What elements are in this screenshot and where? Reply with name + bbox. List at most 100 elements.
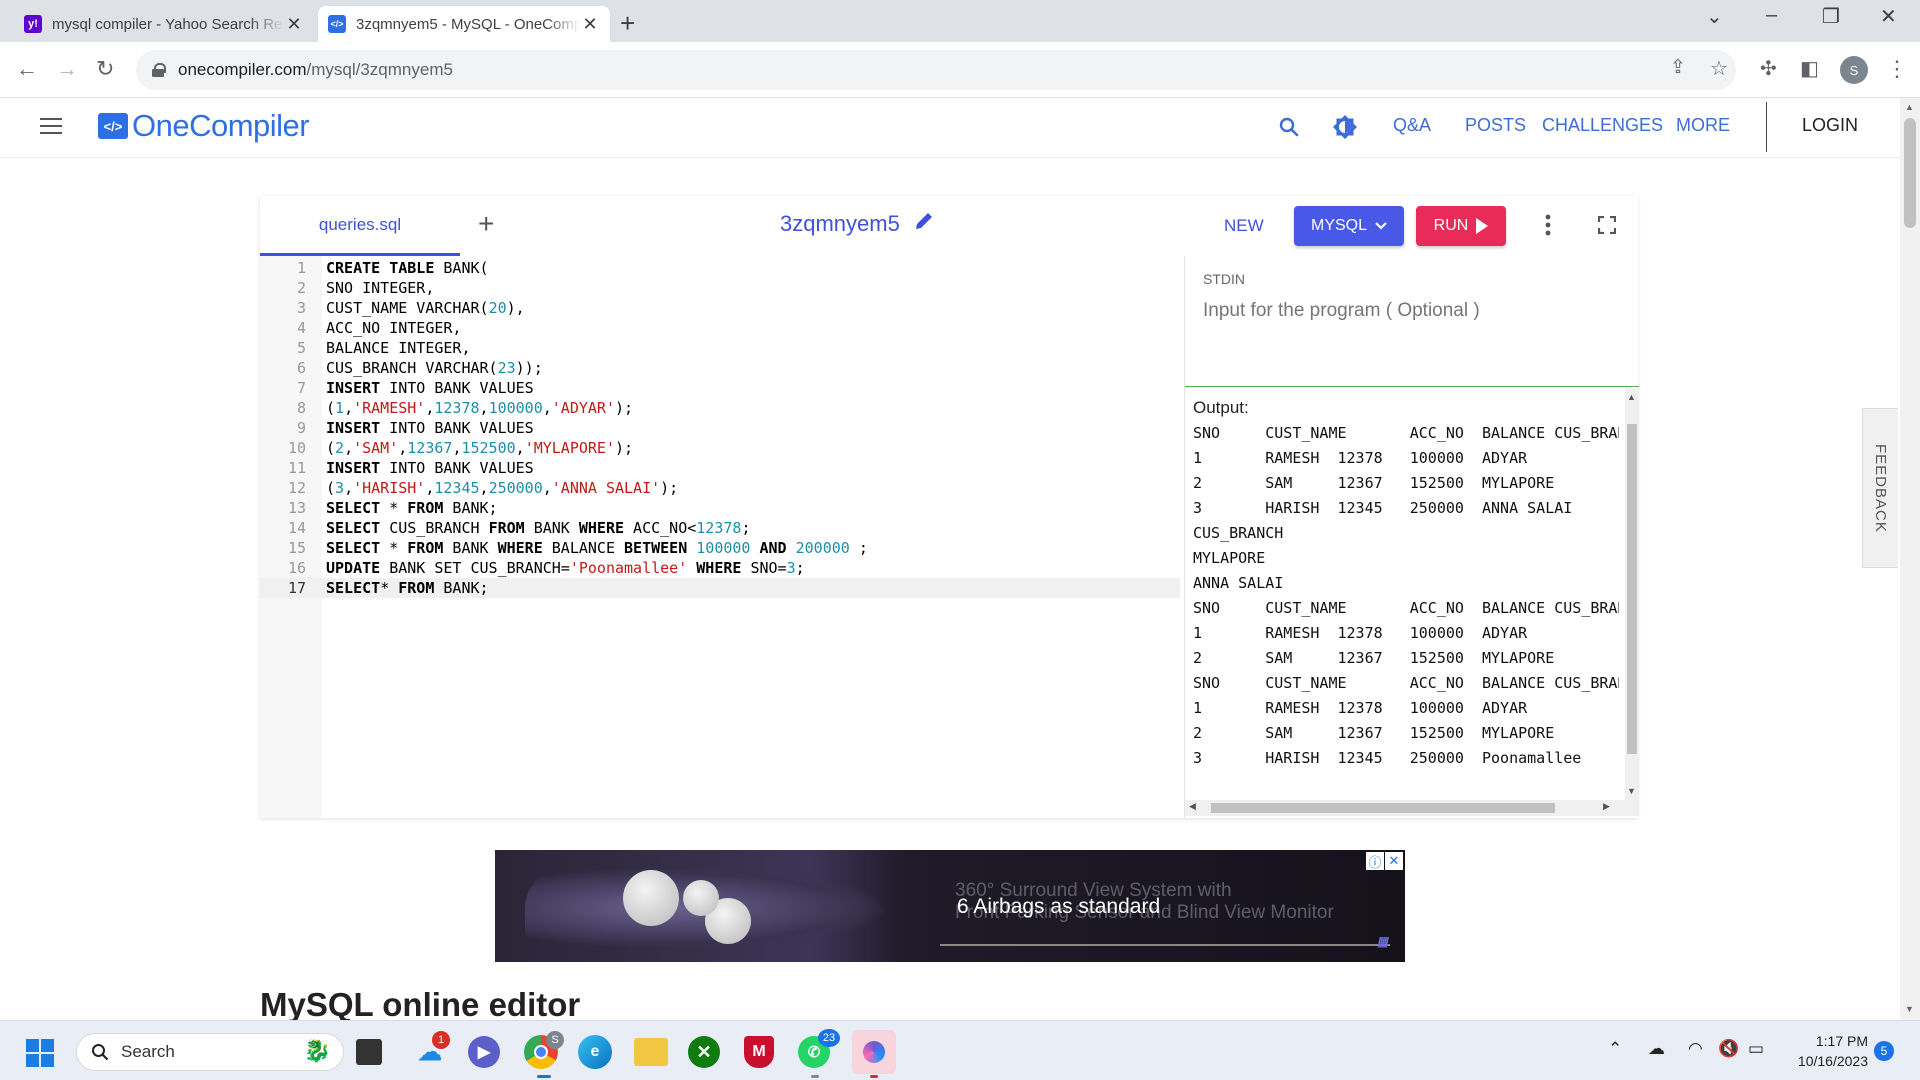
logo-text: OneCompiler xyxy=(132,108,310,143)
feedback-tab[interactable]: FEEDBACK xyxy=(1862,408,1898,568)
file-tab-queries[interactable]: queries.sql xyxy=(260,196,460,256)
new-button[interactable]: NEW xyxy=(1224,216,1264,236)
code-line: SELECT * FROM BANK WHERE BALANCE BETWEEN… xyxy=(326,539,868,557)
forward-icon[interactable]: → xyxy=(56,56,78,82)
nav-challenges[interactable]: CHALLENGES xyxy=(1542,115,1663,136)
language-select-button[interactable]: MYSQL xyxy=(1294,206,1404,246)
nav-posts[interactable]: POSTS xyxy=(1465,115,1526,136)
file-explorer-icon[interactable] xyxy=(634,1038,668,1066)
onecompiler-icon: </> xyxy=(328,15,346,33)
fullscreen-icon[interactable] xyxy=(1597,215,1617,239)
taskbar-search[interactable]: Search 🐉 xyxy=(76,1033,344,1071)
windows-start-icon[interactable] xyxy=(26,1039,54,1067)
code-line: CREATE TABLE BANK( xyxy=(326,259,489,277)
output-line: SNO CUST_NAME ACC_NO BALANCE CUS_BRANCH xyxy=(1193,599,1619,617)
scroll-up-icon[interactable]: ▲ xyxy=(1627,392,1636,402)
system-clock[interactable]: 1:17 PM 10/16/2023 xyxy=(1780,1031,1868,1071)
search-icon xyxy=(92,1044,109,1061)
volume-muted-icon[interactable]: 🔇 xyxy=(1718,1039,1739,1059)
line-number: 8 xyxy=(296,399,306,417)
scroll-down-icon[interactable]: ▼ xyxy=(1905,1004,1914,1014)
new-tab-button[interactable]: + xyxy=(620,8,635,39)
notification-count-badge[interactable]: 5 xyxy=(1874,1041,1894,1061)
battery-icon[interactable]: ▭ xyxy=(1748,1039,1764,1059)
nav-more[interactable]: MORE xyxy=(1676,115,1730,136)
nav-qa[interactable]: Q&A xyxy=(1393,115,1431,136)
minimize-icon[interactable]: – xyxy=(1766,4,1777,27)
browser-tab-strip: y! mysql compiler - Yahoo Search Results… xyxy=(0,0,1920,42)
side-panel-icon[interactable]: ◧ xyxy=(1800,56,1819,81)
scrollbar-thumb[interactable] xyxy=(1211,803,1555,813)
more-options-icon[interactable] xyxy=(1545,214,1551,241)
output-panel: Output: SNO CUST_NAME ACC_NO BALANCE CUS… xyxy=(1185,388,1639,818)
restore-icon[interactable]: ❐ xyxy=(1822,4,1840,29)
editor-toolbar: queries.sql + 3zqmnyem5 NEW MYSQL RUN xyxy=(260,196,1638,256)
project-title[interactable]: 3zqmnyem5 xyxy=(780,211,934,237)
ad-info-icon[interactable]: ⓘ xyxy=(1366,852,1384,870)
code-editor[interactable]: 1 2 3 4 5 6 7 8 9 10 11 12 13 14 15 16 1… xyxy=(260,256,1180,818)
close-tab-icon[interactable]: ✕ xyxy=(284,14,304,35)
code-line: BALANCE INTEGER, xyxy=(326,339,471,357)
task-view-icon[interactable] xyxy=(356,1039,382,1065)
scroll-right-icon[interactable]: ▶ xyxy=(1603,801,1610,812)
reload-icon[interactable]: ↻ xyxy=(96,56,114,82)
tab-search-chevron-icon[interactable]: ⌄ xyxy=(1706,4,1723,29)
line-number: 3 xyxy=(296,299,306,317)
url-host: onecompiler.com xyxy=(178,60,307,79)
line-number: 9 xyxy=(296,419,306,437)
chrome-menu-icon[interactable]: ⋮ xyxy=(1886,56,1908,82)
login-link[interactable]: LOGIN xyxy=(1802,115,1858,136)
line-number: 1 xyxy=(296,259,306,277)
xbox-icon[interactable]: ✕ xyxy=(688,1036,720,1068)
share-icon[interactable]: ⇪ xyxy=(1670,56,1686,79)
windows-taskbar: Search 🐉 ☁ 1 ▶ S e ✕ M ✆ 23 ⌃ ☁ ◠ 🔇 ▭ 1:… xyxy=(0,1020,1920,1080)
stdin-input[interactable] xyxy=(1203,300,1623,322)
bookmark-star-icon[interactable]: ☆ xyxy=(1710,56,1728,81)
onecompiler-logo[interactable]: </> OneCompiler xyxy=(98,108,310,144)
teams-chat-icon[interactable]: ▶ xyxy=(468,1036,500,1068)
scroll-up-icon[interactable]: ▲ xyxy=(1905,102,1914,112)
close-window-icon[interactable]: ✕ xyxy=(1880,4,1897,29)
copilot-app-icon[interactable] xyxy=(852,1030,896,1074)
code-line: ACC_NO INTEGER, xyxy=(326,319,462,337)
close-tab-icon[interactable]: ✕ xyxy=(580,14,600,35)
edge-icon[interactable]: e xyxy=(578,1035,612,1069)
mcafee-icon[interactable]: M xyxy=(744,1036,774,1068)
feedback-label: FEEDBACK xyxy=(1872,443,1889,533)
search-icon[interactable] xyxy=(1278,116,1300,143)
back-icon[interactable]: ← xyxy=(16,56,38,82)
page-heading: MySQL online editor xyxy=(260,986,581,1023)
output-line: 1 RAMESH 12378 100000 ADYAR xyxy=(1193,699,1528,717)
browser-tab-yahoo[interactable]: y! mysql compiler - Yahoo Search Results… xyxy=(14,6,314,42)
page-scrollbar[interactable]: ▲ ▼ xyxy=(1900,98,1920,1020)
profile-avatar[interactable]: S xyxy=(1840,56,1868,84)
edit-pencil-icon[interactable] xyxy=(914,211,934,237)
line-number: 17 xyxy=(287,579,306,597)
active-indicator xyxy=(811,1075,819,1078)
stdin-divider xyxy=(1185,386,1639,387)
add-file-icon[interactable]: + xyxy=(478,208,494,240)
output-vertical-scrollbar[interactable]: ▲ ▼ xyxy=(1625,388,1639,800)
output-line: SNO CUST_NAME ACC_NO BALANCE CUS_BRANCH xyxy=(1193,424,1619,442)
run-button[interactable]: RUN xyxy=(1416,206,1506,246)
browser-tab-onecompiler[interactable]: </> 3zqmnyem5 - MySQL - OneCompiler ✕ xyxy=(318,6,610,42)
scrollbar-thumb[interactable] xyxy=(1904,118,1916,228)
code-line: SELECT* FROM BANK; xyxy=(326,579,489,597)
airbag-image xyxy=(683,880,719,916)
extensions-icon[interactable]: ✣ xyxy=(1760,56,1777,81)
output-horizontal-scrollbar[interactable]: ◀ ▶ xyxy=(1185,800,1639,816)
scrollbar-thumb[interactable] xyxy=(1627,424,1637,754)
ad-close-icon[interactable]: ✕ xyxy=(1385,852,1403,870)
active-indicator xyxy=(870,1075,878,1078)
theme-toggle-icon[interactable] xyxy=(1332,114,1358,145)
scroll-left-icon[interactable]: ◀ xyxy=(1189,801,1196,812)
wifi-icon[interactable]: ◠ xyxy=(1688,1039,1703,1059)
address-bar[interactable]: onecompiler.com/mysql/3zqmnyem5 xyxy=(136,50,1736,90)
advertisement-banner[interactable]: 360° Surround View System with Front Par… xyxy=(495,850,1405,962)
hamburger-menu-icon[interactable] xyxy=(40,118,62,134)
scroll-down-icon[interactable]: ▼ xyxy=(1627,786,1636,796)
line-number: 5 xyxy=(296,339,306,357)
onedrive-icon[interactable]: ☁ xyxy=(1648,1039,1665,1059)
yahoo-icon: y! xyxy=(24,15,42,33)
tray-overflow-chevron-icon[interactable]: ⌃ xyxy=(1608,1039,1622,1059)
